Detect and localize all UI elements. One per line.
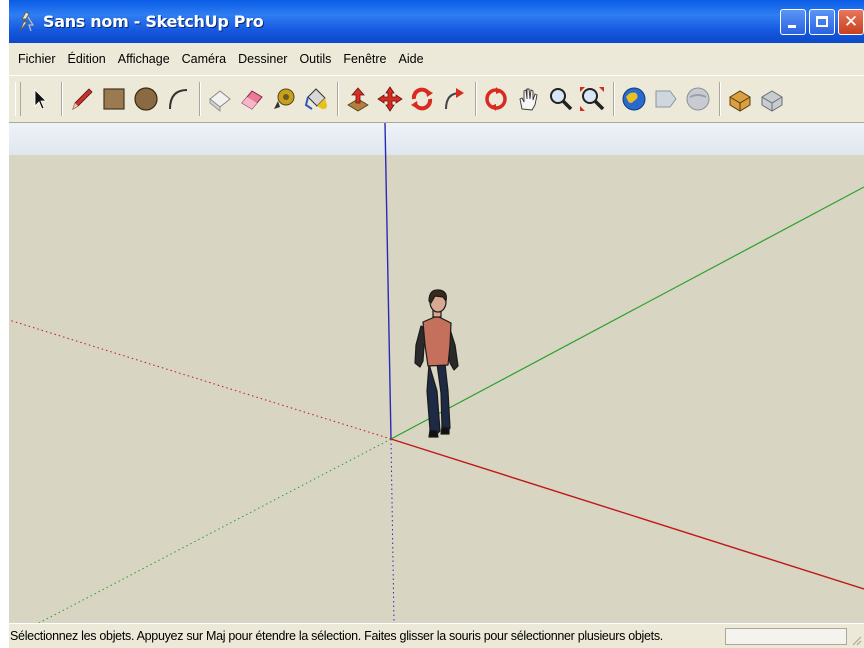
pencil-icon xyxy=(72,88,93,110)
rotate-tool-button[interactable] xyxy=(407,82,437,116)
eraser-tool-button[interactable] xyxy=(237,82,267,116)
menu-fichier[interactable]: Fichier xyxy=(9,52,62,66)
push-pull-icon xyxy=(347,87,369,112)
green-axis-positive xyxy=(390,186,864,440)
styles-icon xyxy=(761,90,783,112)
maximize-icon xyxy=(816,16,828,27)
blue-axis-positive xyxy=(384,123,392,440)
title-bar[interactable]: Sans nom - SketchUp Pro ✕ xyxy=(9,0,864,43)
share-model-icon xyxy=(655,90,677,108)
toolbar-separator xyxy=(475,82,477,116)
follow-me-tool-button[interactable] xyxy=(439,82,469,116)
close-button[interactable]: ✕ xyxy=(838,9,864,35)
get-models-tool-button[interactable] xyxy=(619,82,649,116)
menu-outils[interactable]: Outils xyxy=(293,52,337,66)
red-axis-negative xyxy=(9,319,392,440)
make-component-icon xyxy=(209,90,231,112)
follow-me-icon xyxy=(445,88,464,110)
status-message: Sélectionnez les objets. Appuyez sur Maj… xyxy=(10,629,663,643)
menu-fenetre[interactable]: Fenêtre xyxy=(337,52,392,66)
menu-aide[interactable]: Aide xyxy=(393,52,430,66)
arc-tool-button[interactable] xyxy=(163,82,193,116)
zoom-tool-button[interactable] xyxy=(545,82,575,116)
components-tool-button[interactable] xyxy=(725,82,755,116)
tape-measure-icon xyxy=(274,88,295,109)
minimize-icon xyxy=(788,25,796,28)
arc-icon xyxy=(169,89,188,110)
move-icon xyxy=(377,86,403,112)
menu-dessiner[interactable]: Dessiner xyxy=(232,52,293,66)
person-figure[interactable] xyxy=(414,289,459,438)
select-icon xyxy=(34,89,47,110)
rotate-icon xyxy=(411,87,433,111)
resize-grip-icon[interactable] xyxy=(850,634,862,646)
sketchup-window: Sans nom - SketchUp Pro ✕ Fichier Éditio… xyxy=(9,0,864,648)
toolbar-separator xyxy=(719,82,721,116)
sketchup-logo-icon xyxy=(15,10,37,33)
toolbar-separator xyxy=(199,82,201,116)
toolbar-separator xyxy=(61,82,63,116)
window-title: Sans nom - SketchUp Pro xyxy=(43,12,264,31)
toolbar-grip[interactable] xyxy=(15,82,21,116)
google-earth-tool-button[interactable] xyxy=(683,82,713,116)
window-controls: ✕ xyxy=(780,9,864,35)
close-icon: ✕ xyxy=(843,12,859,32)
orbit-tool-button[interactable] xyxy=(481,82,511,116)
paint-bucket-tool-button[interactable] xyxy=(301,82,331,116)
tape-measure-tool-button[interactable] xyxy=(269,82,299,116)
paint-bucket-icon xyxy=(304,88,327,110)
scene-canvas xyxy=(9,123,864,623)
menu-affichage[interactable]: Affichage xyxy=(112,52,176,66)
3d-viewport[interactable] xyxy=(9,123,864,623)
pencil-tool-button[interactable] xyxy=(67,82,97,116)
zoom-extents-tool-button[interactable] xyxy=(577,82,607,116)
push-pull-tool-button[interactable] xyxy=(343,82,373,116)
circle-icon xyxy=(134,87,158,111)
zoom-icon xyxy=(550,88,573,111)
make-component-tool-button[interactable] xyxy=(205,82,235,116)
eraser-icon xyxy=(241,90,263,110)
red-axis-positive xyxy=(390,438,864,590)
components-icon xyxy=(729,90,751,112)
menu-camera[interactable]: Caméra xyxy=(176,52,232,66)
styles-tool-button[interactable] xyxy=(757,82,787,116)
rectangle-tool-button[interactable] xyxy=(99,82,129,116)
blue-axis-negative xyxy=(390,438,395,623)
get-models-icon xyxy=(622,87,646,111)
pan-icon xyxy=(519,88,538,111)
measurements-field[interactable] xyxy=(725,628,847,645)
share-model-tool-button[interactable] xyxy=(651,82,681,116)
pan-tool-button[interactable] xyxy=(513,82,543,116)
toolbar-separator xyxy=(613,82,615,116)
zoom-extents-icon xyxy=(580,87,605,111)
maximize-button[interactable] xyxy=(809,9,835,35)
rectangle-icon xyxy=(103,88,125,110)
select-tool-button[interactable] xyxy=(25,82,55,116)
toolbar-separator xyxy=(337,82,339,116)
google-earth-icon xyxy=(686,87,710,111)
move-tool-button[interactable] xyxy=(375,82,405,116)
circle-tool-button[interactable] xyxy=(131,82,161,116)
minimize-button[interactable] xyxy=(780,9,806,35)
menu-bar: Fichier Édition Affichage Caméra Dessine… xyxy=(9,43,864,75)
orbit-icon xyxy=(485,87,507,111)
status-bar: Sélectionnez les objets. Appuyez sur Maj… xyxy=(9,623,864,648)
main-toolbar xyxy=(9,75,864,123)
green-axis-negative xyxy=(38,438,392,623)
menu-edition[interactable]: Édition xyxy=(62,52,112,66)
